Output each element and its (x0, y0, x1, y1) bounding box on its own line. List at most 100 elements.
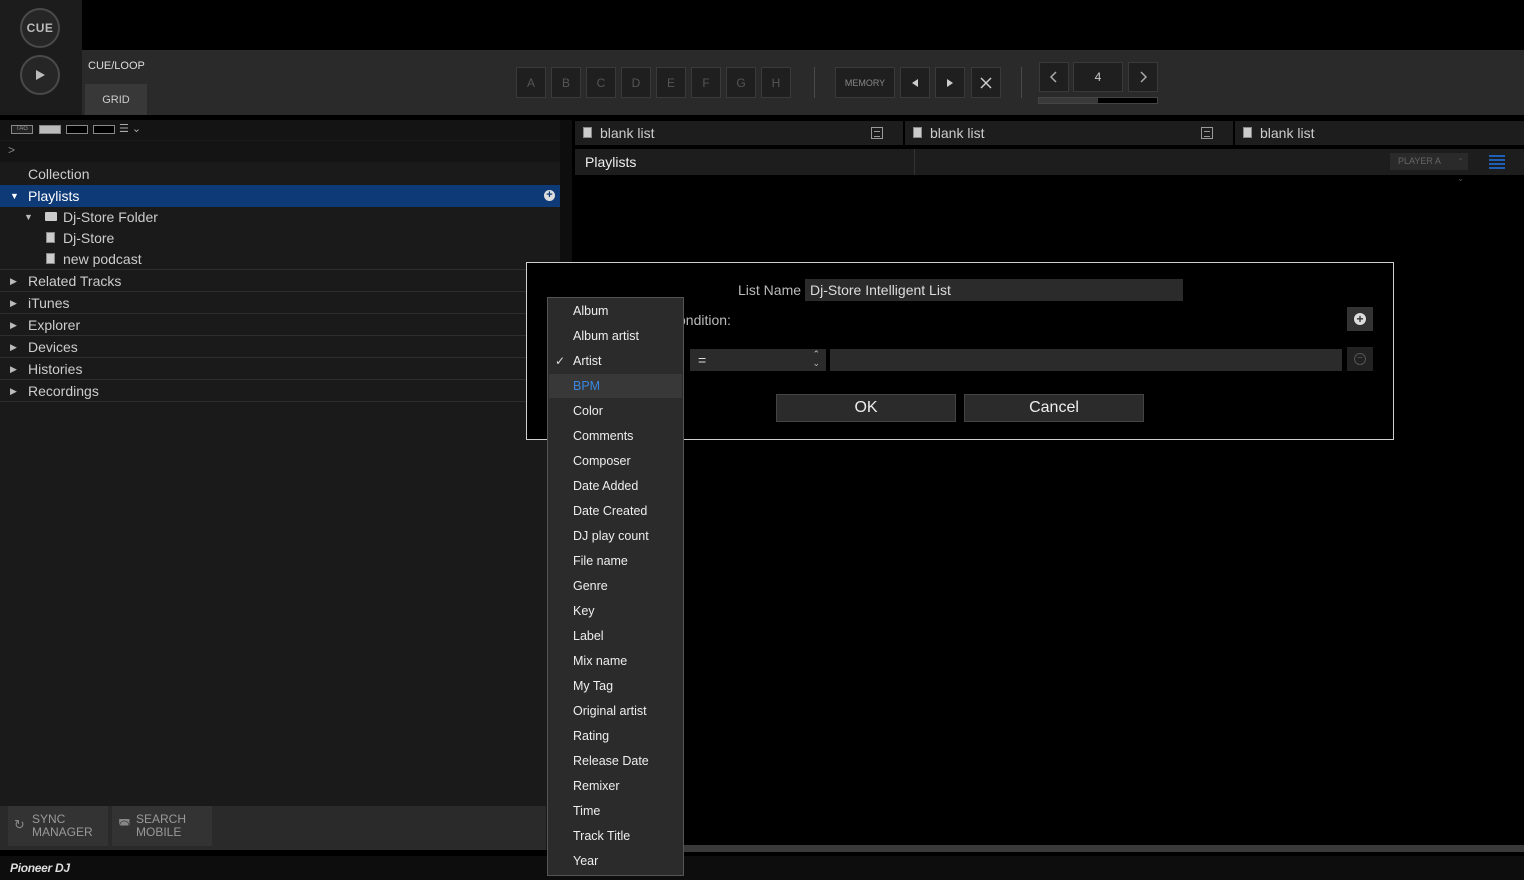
hot-cue-h[interactable]: H (761, 67, 791, 98)
dropdown-item[interactable]: Color (549, 399, 682, 423)
dropdown-item[interactable]: Release Date (549, 749, 682, 773)
add-condition-button[interactable]: + (1347, 307, 1373, 331)
folder-icon (45, 212, 57, 221)
memory-button[interactable]: MEMORY (835, 67, 895, 98)
dropdown-item[interactable]: BPM (549, 374, 682, 398)
list-name-input[interactable] (805, 279, 1183, 301)
memory-next-button[interactable] (935, 67, 965, 98)
player-select[interactable]: PLAYER A ⌃ ⌄ (1390, 153, 1468, 183)
dropdown-item[interactable]: ✓ Artist (549, 349, 682, 373)
triangle-right-icon[interactable]: ▶ (10, 298, 17, 309)
dropdown-item[interactable]: Key (549, 599, 682, 623)
list-tab-3[interactable]: blank list (1235, 121, 1524, 145)
separator (814, 67, 815, 98)
memory-delete-button[interactable] (971, 67, 1001, 98)
tree-item-collection[interactable]: Collection (0, 163, 560, 185)
tree-item-folder[interactable]: ▼ Dj-Store Folder (0, 206, 560, 228)
layout-1-icon[interactable] (39, 125, 61, 134)
triangle-right-icon[interactable]: ▶ (10, 342, 17, 353)
waveform-strip (82, 0, 1524, 50)
close-icon (980, 76, 992, 89)
list-tab-1[interactable]: blank list (575, 121, 903, 145)
playlist-icon (46, 253, 55, 264)
search-mobile-button[interactable]: ◚ SEARCH MOBILE (112, 806, 212, 846)
status-bar (0, 856, 1524, 880)
dropdown-item[interactable]: Original artist (549, 699, 682, 723)
chevron-left-icon (1049, 71, 1057, 83)
dropdown-item[interactable]: My Tag (549, 674, 682, 698)
plus-circle-icon: + (1354, 313, 1366, 325)
menu-icon[interactable] (1201, 127, 1213, 139)
pioneer-dj-logo: Pioneer DJ (10, 861, 70, 875)
updown-icon: ⌃ ⌄ (812, 349, 820, 368)
triangle-down-icon[interactable]: ▼ (24, 212, 33, 222)
dropdown-item[interactable]: Remixer (549, 774, 682, 798)
dropdown-item[interactable]: Year (549, 849, 682, 873)
tree-item-histories[interactable]: ▶ Histories (0, 358, 560, 380)
triangle-right-icon[interactable]: ▶ (10, 364, 17, 375)
memory-prev-button[interactable] (900, 67, 930, 98)
menu-icon[interactable] (871, 127, 883, 139)
hot-cue-d[interactable]: D (621, 67, 651, 98)
dropdown-item[interactable]: Rating (549, 724, 682, 748)
triangle-right-icon[interactable]: ▶ (10, 386, 17, 397)
hot-cue-b[interactable]: B (551, 67, 581, 98)
dropdown-item[interactable]: Label (549, 624, 682, 648)
beat-progress-fill (1039, 98, 1098, 103)
triangle-right-icon[interactable]: ▶ (10, 276, 17, 287)
triangle-right-icon[interactable]: ▶ (10, 320, 17, 331)
hot-cue-a[interactable]: A (516, 67, 546, 98)
tree-item-playlist[interactable]: new podcast (0, 248, 560, 270)
tree-item-playlists[interactable]: ▼ Playlists + (0, 185, 560, 207)
tree-item-playlist[interactable]: Dj-Store (0, 227, 560, 249)
dropdown-item[interactable]: Mix name (549, 649, 682, 673)
cancel-button[interactable]: Cancel (964, 394, 1144, 422)
dropdown-item[interactable]: Track Title (549, 824, 682, 848)
tree-item-explorer[interactable]: ▶ Explorer (0, 314, 560, 336)
checkmark-icon: ✓ (555, 354, 566, 368)
layout-3-icon[interactable] (93, 125, 115, 134)
tree-expand-row (0, 141, 560, 162)
dropdown-item[interactable]: DJ play count (549, 524, 682, 548)
tree-item-itunes[interactable]: ▶ iTunes (0, 292, 560, 314)
list-view-menu-icon[interactable]: ☰ ⌄ (119, 122, 141, 135)
beat-increase-button[interactable] (1128, 62, 1158, 92)
triangle-left-icon (912, 78, 918, 87)
tree-item-devices[interactable]: ▶ Devices (0, 336, 560, 358)
dropdown-item[interactable]: Comments (549, 424, 682, 448)
dropdown-item[interactable]: Date Created (549, 499, 682, 523)
operator-select[interactable]: = ⌃ ⌄ (690, 349, 826, 371)
add-playlist-icon[interactable]: + (544, 190, 555, 201)
ok-button[interactable]: OK (776, 394, 956, 422)
condition-value-input[interactable] (830, 349, 1342, 371)
play-button[interactable] (20, 55, 60, 95)
hot-cue-c[interactable]: C (586, 67, 616, 98)
sync-manager-button[interactable]: ↻ SYNC MANAGER (8, 806, 108, 846)
dropdown-item[interactable]: Album artist (549, 324, 682, 348)
dropdown-item[interactable]: Date Added (549, 474, 682, 498)
list-icon (913, 127, 922, 138)
dropdown-item[interactable]: Time (549, 799, 682, 823)
list-tab-2[interactable]: blank list (905, 121, 1233, 145)
dropdown-item[interactable]: File name (549, 549, 682, 573)
dropdown-item[interactable]: Composer (549, 449, 682, 473)
grid-tab[interactable]: GRID (85, 84, 147, 115)
dropdown-item[interactable]: Album (549, 299, 682, 323)
layout-2-icon[interactable] (66, 125, 88, 134)
hot-cue-f[interactable]: F (691, 67, 721, 98)
cue-button[interactable]: CUE (20, 8, 60, 48)
list-view-icon[interactable] (1489, 154, 1505, 169)
hot-cue-e[interactable]: E (656, 67, 686, 98)
dropdown-item[interactable]: Genre (549, 574, 682, 598)
remove-condition-button[interactable]: − (1347, 347, 1373, 371)
horizontal-scrollbar[interactable] (684, 845, 1524, 852)
tree-item-recordings[interactable]: ▶ Recordings (0, 380, 560, 402)
condition-label: ondition: (678, 312, 731, 328)
chevron-right-icon[interactable]: > (8, 143, 15, 157)
list-name-label: List Name (738, 282, 802, 298)
triangle-down-icon[interactable]: ▼ (10, 191, 19, 201)
tag-view-icon[interactable]: TAG (11, 125, 33, 134)
beat-decrease-button[interactable] (1039, 62, 1069, 92)
tree-item-related-tracks[interactable]: ▶ Related Tracks (0, 270, 560, 292)
hot-cue-g[interactable]: G (726, 67, 756, 98)
